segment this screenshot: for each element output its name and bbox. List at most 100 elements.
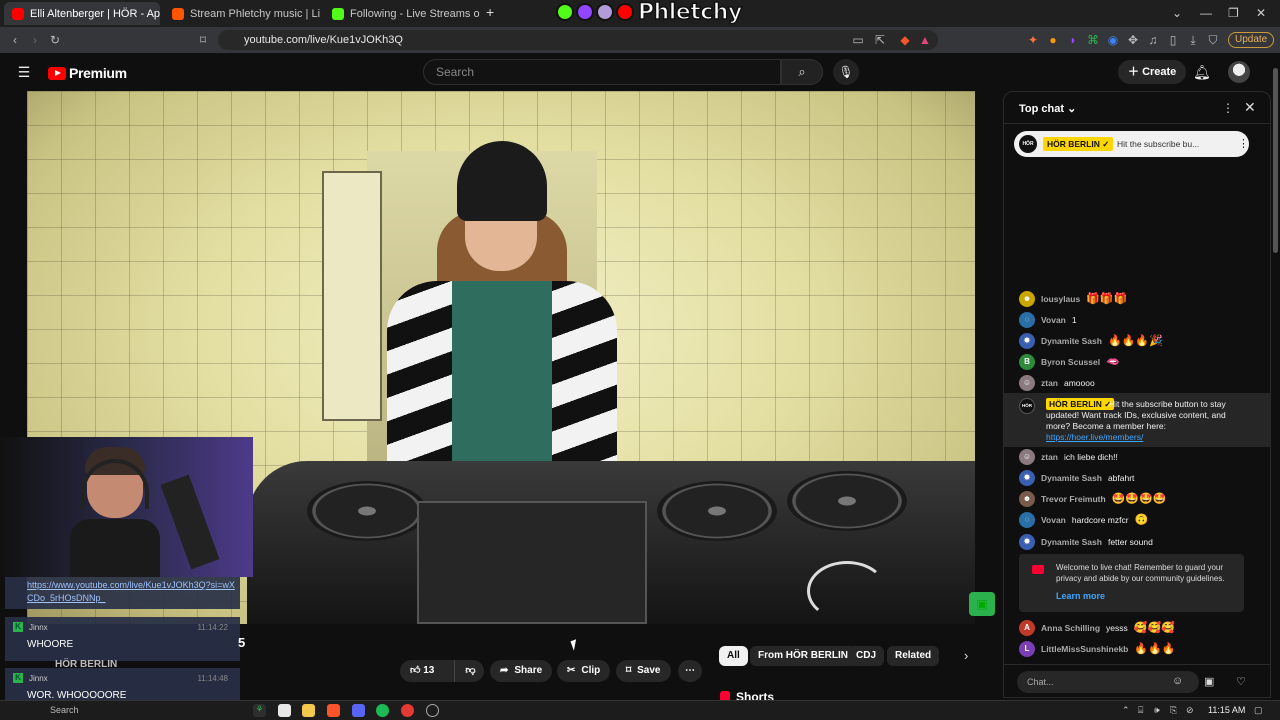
- top-chat-dropdown[interactable]: Top chat ⌄: [1019, 102, 1076, 115]
- chip-all[interactable]: All: [719, 646, 748, 666]
- brave-browser-icon[interactable]: [327, 704, 340, 717]
- like-count: 13: [423, 665, 435, 676]
- network-icon[interactable]: ⌸: [1138, 705, 1143, 716]
- chat-message: A Anna Schilling yesss 🥰🥰🥰: [1019, 620, 1259, 636]
- youtube-header: ☰ Premium Search ⌕ 🎙 ＋ Create 🔔︎: [0, 53, 1280, 91]
- taskbar-clock[interactable]: 11:15 AM: [1208, 705, 1245, 715]
- app-icon[interactable]: [278, 704, 291, 717]
- app-icon[interactable]: ⚘: [253, 704, 266, 717]
- welcome-text: Welcome to live chat! Remember to guard …: [1056, 563, 1225, 583]
- brave-rewards-icon[interactable]: ▲: [918, 33, 932, 47]
- discord-icon[interactable]: [352, 704, 365, 717]
- new-tab-icon[interactable]: +: [486, 4, 494, 20]
- chip-cdj[interactable]: CDJ: [848, 646, 885, 666]
- avatar: A: [1019, 620, 1035, 636]
- scrollbar-thumb[interactable]: [1273, 68, 1278, 253]
- downloads-icon[interactable]: ⤓: [1186, 33, 1200, 47]
- search-button[interactable]: ⌕: [781, 59, 823, 85]
- overlay-link-message: https://www.youtube.com/live/Kue1vJOKh3Q…: [5, 577, 240, 609]
- youtube-logo-icon: [616, 3, 634, 21]
- notifications-bell-icon[interactable]: 🔔︎: [1193, 64, 1211, 81]
- vpn-shield-icon[interactable]: ⛉: [1206, 33, 1220, 47]
- avatar: ◌: [1019, 512, 1035, 528]
- more-horizontal-icon: ⋯: [685, 665, 695, 676]
- hor-berlin-avatar: HÖR: [1019, 135, 1037, 153]
- tab-search-chevron-icon[interactable]: ⌄: [1172, 6, 1182, 20]
- more-actions-button[interactable]: ⋯: [678, 660, 702, 682]
- heart-icon[interactable]: ♡: [1236, 675, 1246, 688]
- share-page-icon[interactable]: ⇱: [873, 33, 887, 47]
- app-icon[interactable]: [401, 704, 414, 717]
- chat-author: Anna Schilling: [1041, 623, 1101, 633]
- forward-icon[interactable]: ›: [28, 33, 42, 47]
- chat-emoji: 🙃: [1134, 513, 1149, 526]
- learn-more-link[interactable]: Learn more: [1056, 591, 1105, 601]
- members-link[interactable]: https://hoer.live/members/: [1046, 432, 1143, 442]
- streamer-webcam: [0, 437, 253, 577]
- obs-icon[interactable]: [426, 704, 439, 717]
- browser-tab-soundcloud[interactable]: Stream Phletchy music | Listen to so: [164, 2, 320, 25]
- soundcloud-favicon-icon: [172, 7, 184, 20]
- chat-text: hardcore mzfcr: [1071, 515, 1129, 525]
- super-chat-icon[interactable]: ▣: [1204, 675, 1214, 688]
- tray-chevron-icon[interactable]: ⌃: [1122, 705, 1130, 716]
- sidebar-icon[interactable]: ▯: [1166, 33, 1180, 47]
- share-button[interactable]: ➦ Share: [490, 660, 553, 682]
- menu-hamburger-icon[interactable]: ☰: [17, 65, 31, 79]
- chat-message: ✸ Dynamite Sash abfahrt: [1019, 470, 1259, 486]
- chips-next-chevron-icon[interactable]: ›: [964, 648, 968, 663]
- clip-button[interactable]: ✂ Clip: [557, 660, 611, 682]
- avatar: ☺: [1019, 375, 1035, 391]
- chip-related[interactable]: Related: [887, 646, 940, 666]
- youtube-premium-logo[interactable]: Premium: [48, 65, 127, 81]
- chat-message: L LittleMissSunshinekb 🔥🔥🔥: [1019, 641, 1259, 657]
- mouse-cursor-icon: [570, 639, 580, 651]
- emoji-picker-icon[interactable]: ☺: [1172, 675, 1183, 687]
- tab-label: Elli Altenberger | HÖR - Apr: [30, 7, 160, 20]
- url-bar[interactable]: youtube.com/live/Kue1vJOKh3Q: [218, 30, 938, 50]
- pinned-text: Hit the subscribe bu...: [1117, 139, 1200, 149]
- search-input[interactable]: Search: [423, 59, 781, 85]
- back-icon[interactable]: ‹: [8, 33, 22, 47]
- pinned-more-icon[interactable]: ⋮: [1238, 137, 1249, 150]
- voice-search-button[interactable]: 🎙: [833, 59, 859, 85]
- minimize-icon[interactable]: —: [1200, 6, 1212, 20]
- brave-shield-icon[interactable]: ◆: [898, 33, 912, 47]
- pinned-message[interactable]: HÖR HÖR BERLIN ✓ Hit the subscribe bu...…: [1014, 131, 1249, 157]
- like-button[interactable]: 👍︎ 13: [410, 660, 434, 682]
- extension-fox-icon[interactable]: ✦: [1026, 33, 1040, 47]
- overlay-timestamp: 11:14:48: [197, 674, 228, 683]
- tray-app-icon[interactable]: ⎘: [1170, 705, 1177, 716]
- chip-from-hor-berlin[interactable]: From HÖR BERLIN: [750, 646, 856, 666]
- avatar: ◌: [1019, 312, 1035, 328]
- os-taskbar: Search ⚘ ⌃ ⌸ 🕪︎ ⎘ ⊘ 11:15 AM ▢: [0, 700, 1280, 720]
- close-chat-icon[interactable]: ✕: [1244, 99, 1256, 116]
- thumbs-down-icon: 👎︎: [465, 665, 476, 676]
- save-button[interactable]: ⌑ Save: [616, 660, 671, 682]
- page-scrollbar[interactable]: [1271, 60, 1280, 260]
- dislike-button[interactable]: 👎︎: [454, 660, 476, 682]
- extension-green-icon[interactable]: ⌘: [1086, 33, 1100, 47]
- account-avatar[interactable]: [1228, 61, 1250, 83]
- chat-more-icon[interactable]: ⋮: [1222, 101, 1234, 115]
- media-music-icon[interactable]: ♫: [1146, 33, 1160, 47]
- extensions-puzzle-icon[interactable]: ✥: [1126, 33, 1140, 47]
- volume-icon[interactable]: 🕪︎: [1154, 705, 1160, 716]
- spotify-icon[interactable]: [376, 704, 389, 717]
- file-explorer-icon[interactable]: [302, 704, 315, 717]
- browser-tab-youtube[interactable]: Elli Altenberger | HÖR - Apr ✕: [4, 2, 160, 25]
- bookmark-icon[interactable]: ⌑: [196, 33, 210, 47]
- update-button[interactable]: Update: [1228, 32, 1275, 48]
- maximize-icon[interactable]: ❐: [1228, 6, 1239, 20]
- taskbar-search[interactable]: Search: [50, 705, 79, 715]
- create-button[interactable]: ＋ Create: [1118, 60, 1187, 84]
- extension-blue-icon[interactable]: ◉: [1106, 33, 1120, 47]
- cast-icon[interactable]: ▭: [851, 33, 865, 47]
- tray-app-icon[interactable]: ⊘: [1186, 705, 1194, 716]
- close-window-icon[interactable]: ✕: [1256, 6, 1266, 20]
- reload-icon[interactable]: ↻: [48, 33, 62, 47]
- browser-tab-kick[interactable]: Following - Live Streams on Kick: [324, 2, 480, 25]
- notifications-icon[interactable]: ▢: [1254, 705, 1263, 716]
- extension-purple-icon[interactable]: ◗: [1066, 33, 1080, 47]
- extension-orange-icon[interactable]: ●: [1046, 33, 1060, 47]
